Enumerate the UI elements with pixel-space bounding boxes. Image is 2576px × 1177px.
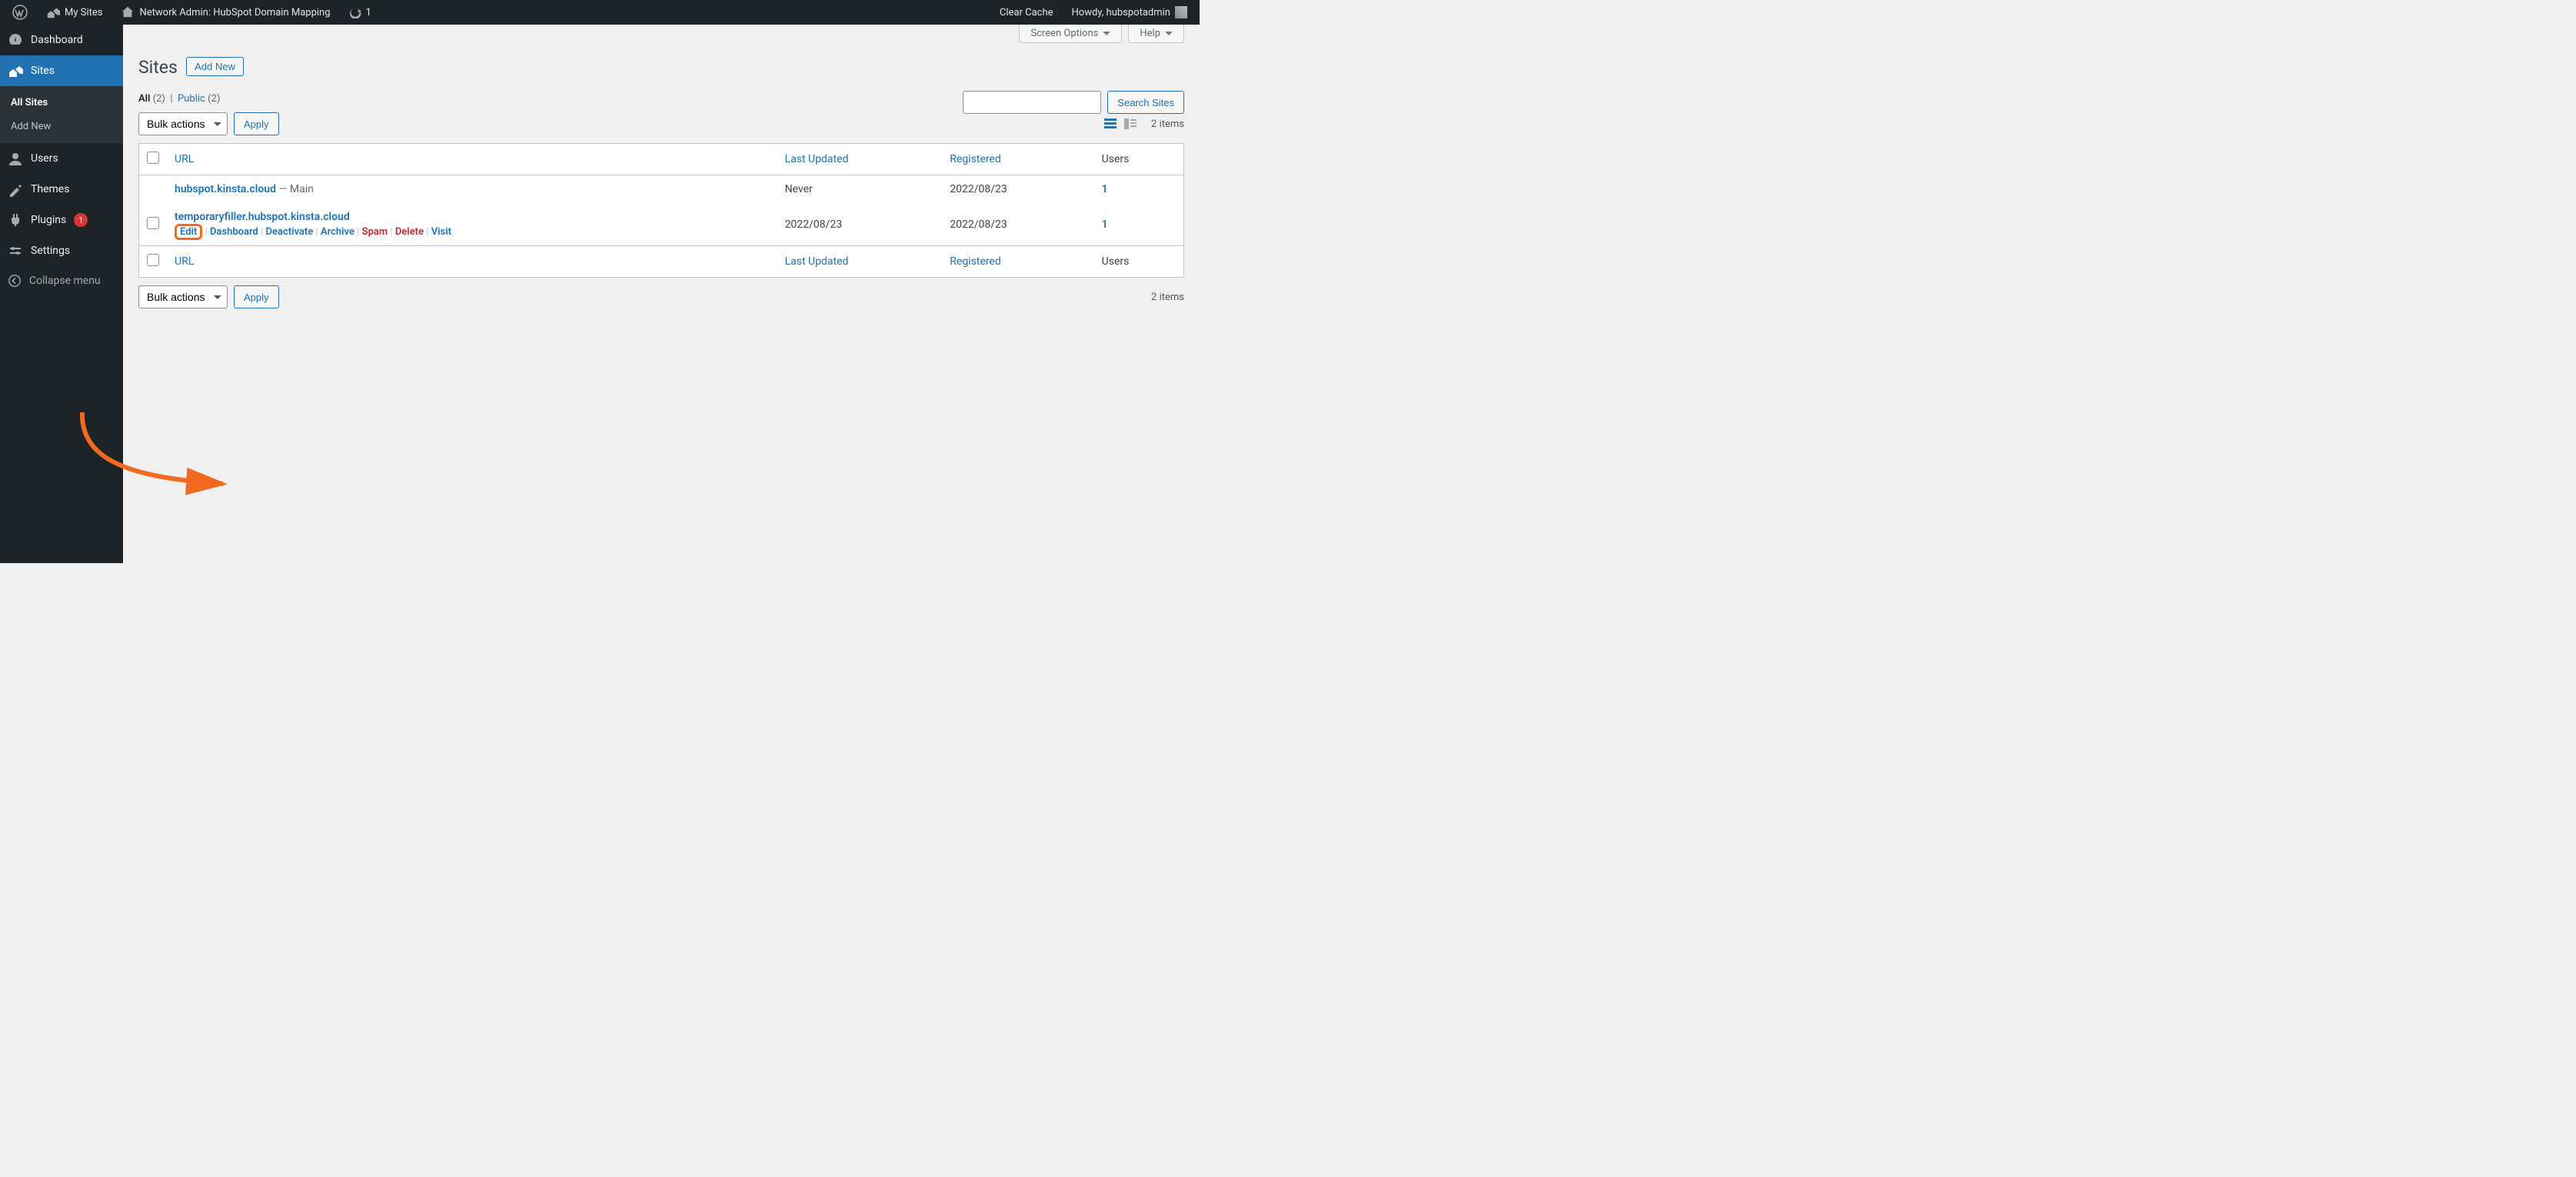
menu-settings[interactable]: Settings xyxy=(0,235,123,266)
chevron-down-icon xyxy=(1103,32,1110,39)
collapse-menu[interactable]: Collapse menu xyxy=(0,266,123,295)
howdy-link[interactable]: Howdy, hubspotadmin xyxy=(1066,0,1194,25)
row-actions: Edit | Dashboard | Deactivate | Archive … xyxy=(175,226,770,238)
plugins-badge: 1 xyxy=(74,213,88,227)
content-area: Screen Options Help Sites Add New Search… xyxy=(123,25,1200,563)
add-new-button[interactable]: Add New xyxy=(186,57,244,76)
filter-public[interactable]: Public (2) xyxy=(178,93,220,105)
users-icon xyxy=(8,151,23,166)
page-title: Sites xyxy=(138,57,178,78)
menu-plugins[interactable]: Plugins 1 xyxy=(0,205,123,235)
select-all-checkbox-bottom[interactable] xyxy=(147,254,159,266)
menu-dashboard[interactable]: Dashboard xyxy=(0,25,123,55)
action-visit[interactable]: Visit xyxy=(431,226,451,238)
sites-icon xyxy=(46,5,60,19)
home-icon xyxy=(121,5,135,19)
wp-logo[interactable] xyxy=(6,0,34,25)
row-checkbox[interactable] xyxy=(147,217,159,229)
select-all-checkbox-top[interactable] xyxy=(147,152,159,164)
bulk-actions-select-top[interactable]: Bulk actions xyxy=(138,112,228,135)
filter-all[interactable]: All (2) xyxy=(138,93,165,105)
network-admin-label: Network Admin: HubSpot Domain Mapping xyxy=(139,7,330,18)
chevron-down-icon xyxy=(1165,32,1173,39)
table-row: hubspot.kinsta.cloud — Main Never 2022/0… xyxy=(139,175,1183,203)
updates-link[interactable]: 1 xyxy=(343,0,378,25)
list-view-icon[interactable] xyxy=(1102,115,1119,132)
col-last-updated-foot[interactable]: Last Updated xyxy=(777,245,943,277)
action-archive[interactable]: Archive xyxy=(321,226,354,238)
cell-registered: 2022/08/23 xyxy=(942,175,1093,203)
item-count-bottom: 2 items xyxy=(1151,292,1184,303)
cell-users-link[interactable]: 1 xyxy=(1102,218,1108,231)
col-registered[interactable]: Registered xyxy=(942,144,1093,175)
cell-last-updated: 2022/08/23 xyxy=(777,203,943,245)
bulk-actions-select-bottom[interactable]: Bulk actions xyxy=(138,285,228,308)
refresh-icon xyxy=(349,6,361,18)
site-url-link[interactable]: temporaryfiller.hubspot.kinsta.cloud xyxy=(175,211,350,223)
col-last-updated[interactable]: Last Updated xyxy=(777,144,943,175)
excerpt-view-icon[interactable] xyxy=(1122,115,1139,132)
submenu-add-new[interactable]: Add New xyxy=(0,115,123,138)
sites-table: URL Last Updated Registered Users hubspo… xyxy=(138,143,1184,278)
search-sites-button[interactable]: Search Sites xyxy=(1107,91,1184,114)
screen-options-button[interactable]: Screen Options xyxy=(1019,25,1122,43)
action-spam[interactable]: Spam xyxy=(362,226,388,238)
cell-registered: 2022/08/23 xyxy=(942,203,1093,245)
admin-sidebar: Dashboard Sites All Sites Add New Users … xyxy=(0,25,123,563)
apply-button-bottom[interactable]: Apply xyxy=(234,285,279,308)
table-row: temporaryfiller.hubspot.kinsta.cloud Edi… xyxy=(139,203,1183,245)
themes-icon xyxy=(8,182,23,197)
my-sites-link[interactable]: My Sites xyxy=(40,0,108,25)
item-count-top: 2 items xyxy=(1151,118,1184,130)
search-input[interactable] xyxy=(963,91,1101,114)
col-url[interactable]: URL xyxy=(167,144,777,175)
col-url-foot[interactable]: URL xyxy=(167,245,777,277)
clear-cache-link[interactable]: Clear Cache xyxy=(993,0,1060,25)
screen-meta: Screen Options Help xyxy=(1019,25,1184,43)
dashboard-icon xyxy=(8,32,23,48)
col-users-foot: Users xyxy=(1094,245,1183,277)
cell-last-updated: Never xyxy=(777,175,943,203)
action-deactivate[interactable]: Deactivate xyxy=(266,226,314,238)
submenu-all-sites[interactable]: All Sites xyxy=(0,91,123,115)
action-edit[interactable]: Edit xyxy=(175,224,202,240)
settings-icon xyxy=(8,243,23,258)
admin-bar: My Sites Network Admin: HubSpot Domain M… xyxy=(0,0,1200,25)
cell-users-link[interactable]: 1 xyxy=(1102,183,1108,195)
site-url-link[interactable]: hubspot.kinsta.cloud xyxy=(175,183,276,195)
avatar xyxy=(1175,6,1187,18)
col-users: Users xyxy=(1094,144,1183,175)
apply-button-top[interactable]: Apply xyxy=(234,112,279,135)
action-delete[interactable]: Delete xyxy=(395,226,424,238)
help-button[interactable]: Help xyxy=(1128,25,1184,43)
menu-themes[interactable]: Themes xyxy=(0,174,123,205)
menu-users[interactable]: Users xyxy=(0,143,123,174)
action-dashboard[interactable]: Dashboard xyxy=(210,226,258,238)
sites-menu-icon xyxy=(8,63,23,78)
collapse-icon xyxy=(8,274,22,288)
plugins-icon xyxy=(8,212,23,228)
main-tag: — Main xyxy=(276,183,314,195)
updates-count: 1 xyxy=(366,7,371,18)
submenu-sites: All Sites Add New xyxy=(0,86,123,143)
network-admin-link[interactable]: Network Admin: HubSpot Domain Mapping xyxy=(115,0,336,25)
col-registered-foot[interactable]: Registered xyxy=(942,245,1093,277)
my-sites-label: My Sites xyxy=(65,7,102,18)
menu-sites[interactable]: Sites xyxy=(0,55,123,86)
